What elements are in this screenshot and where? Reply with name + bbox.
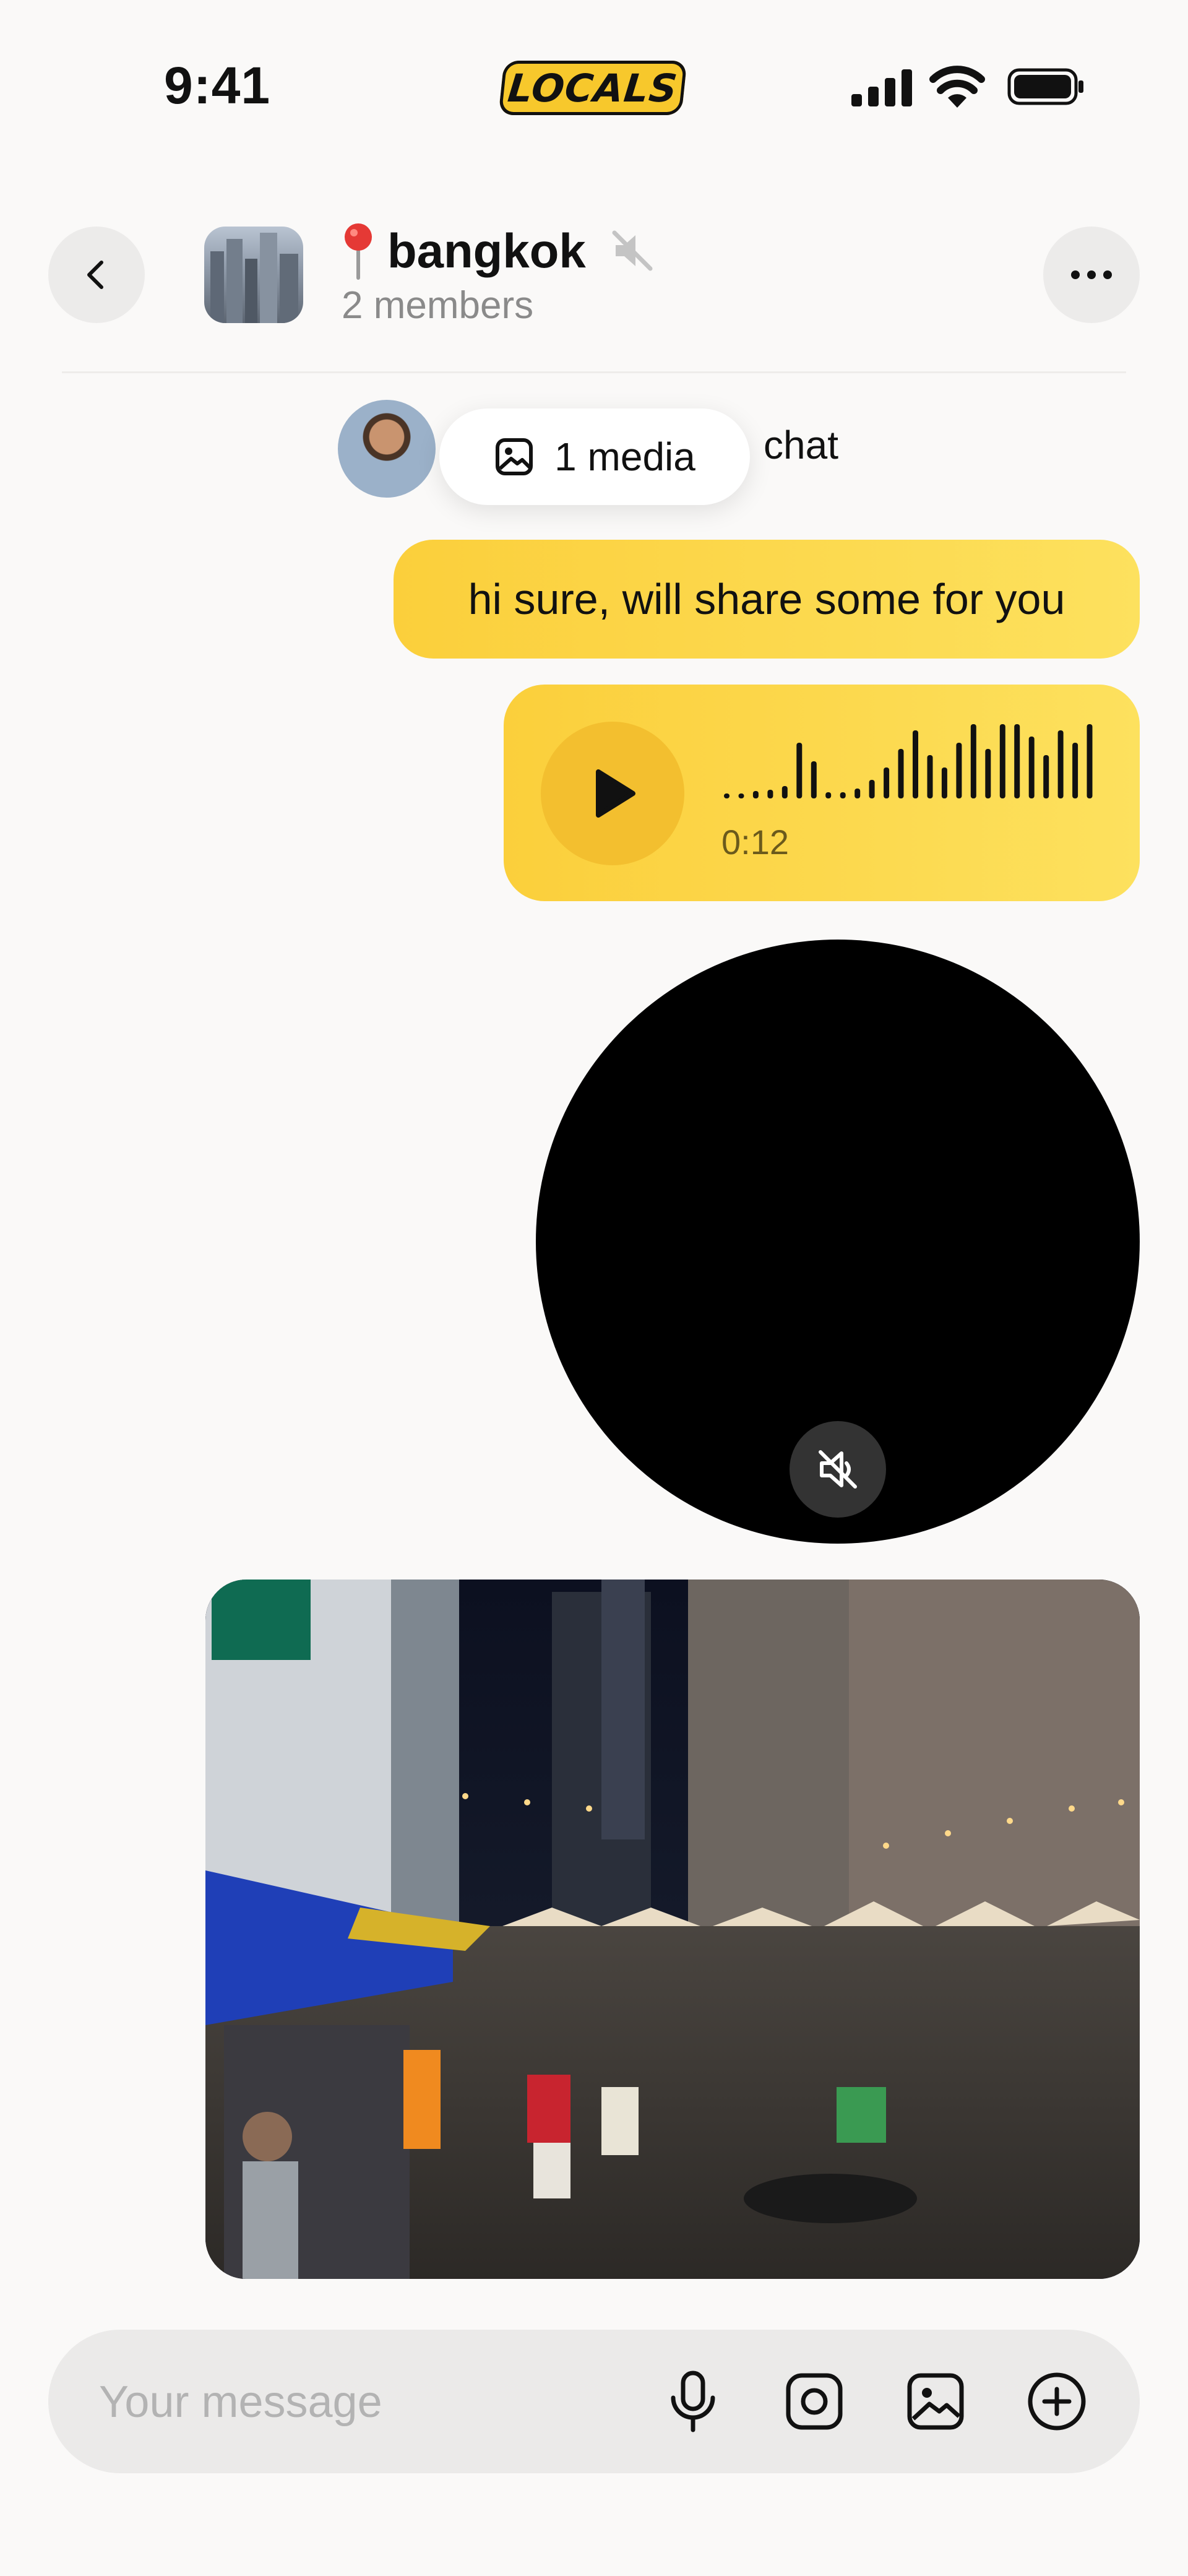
waveform: [724, 724, 1093, 798]
waveform-bar: [854, 789, 861, 798]
waveform-bar: [898, 749, 904, 798]
waveform-bar: [884, 767, 890, 798]
media-pill-label: 1 media: [554, 434, 695, 479]
waveform-bar: [840, 792, 846, 798]
camera-button[interactable]: [782, 2369, 846, 2434]
dot: [1087, 270, 1096, 279]
waveform-bar: [927, 755, 933, 798]
play-button[interactable]: [541, 722, 684, 865]
group-avatar[interactable]: [204, 227, 303, 323]
battery-icon: [1007, 68, 1083, 105]
muted-speaker-icon: [612, 230, 653, 271]
more-options-button[interactable]: [1043, 227, 1140, 323]
system-message-text: chat: [764, 423, 838, 467]
waveform-bar: [825, 792, 832, 798]
gallery-button[interactable]: [903, 2369, 968, 2434]
cellular-signal-icon: [851, 68, 913, 106]
waveform-bar: [913, 730, 918, 798]
app-logo: LOCALS: [498, 61, 687, 115]
unmute-button[interactable]: [790, 1421, 886, 1518]
plus-circle-icon: [1028, 2372, 1086, 2431]
image-icon: [496, 438, 533, 475]
waveform-bar: [1014, 724, 1020, 798]
microphone-button[interactable]: [661, 2369, 725, 2434]
message-composer: [48, 2330, 1140, 2474]
play-icon: [596, 769, 635, 818]
waveform-bar: [738, 793, 744, 798]
waveform-bar: [1028, 737, 1035, 798]
voice-duration: 0:12: [721, 823, 789, 862]
message-input[interactable]: [98, 2330, 657, 2474]
waveform-bar: [1072, 743, 1078, 798]
waveform-bar: [999, 724, 1005, 798]
waveform-bar: [941, 767, 947, 798]
chevron-left-icon: [87, 261, 103, 289]
dot: [1071, 270, 1080, 279]
waveform-bar: [796, 743, 803, 798]
dot: [1103, 270, 1112, 279]
waveform-bar: [724, 793, 730, 798]
sender-avatar[interactable]: [338, 400, 436, 498]
camera-icon: [786, 2373, 843, 2430]
status-time: 9:41: [164, 56, 271, 115]
muted-speaker-icon: [819, 1450, 857, 1489]
wifi-icon: [929, 66, 985, 108]
waveform-bar: [767, 790, 773, 798]
waveform-bar: [956, 743, 962, 798]
image-icon: [907, 2373, 964, 2430]
outgoing-text-message[interactable]: hi sure, will share some for you: [394, 540, 1140, 659]
waveform-bar: [1087, 724, 1093, 798]
night-market-photo: [205, 1580, 1140, 2279]
waveform-bar: [752, 791, 759, 798]
waveform-bar: [985, 749, 991, 798]
waveform-bar: [781, 786, 788, 798]
waveform-bar: [1043, 755, 1049, 798]
media-count-pill[interactable]: 1 media: [439, 408, 750, 505]
waveform-bar: [869, 780, 875, 798]
member-count: 2 members: [342, 284, 534, 327]
waveform-bar: [970, 724, 976, 798]
header-divider: [62, 371, 1126, 373]
waveform-bar: [1057, 730, 1064, 798]
waveform-bar: [811, 761, 817, 798]
photo-message[interactable]: [205, 1580, 1140, 2279]
add-attachment-button[interactable]: [1025, 2369, 1089, 2434]
microphone-icon: [671, 2371, 715, 2432]
back-button[interactable]: [48, 227, 145, 323]
chat-title: bangkok: [387, 223, 586, 278]
location-pin-icon: [345, 223, 372, 280]
